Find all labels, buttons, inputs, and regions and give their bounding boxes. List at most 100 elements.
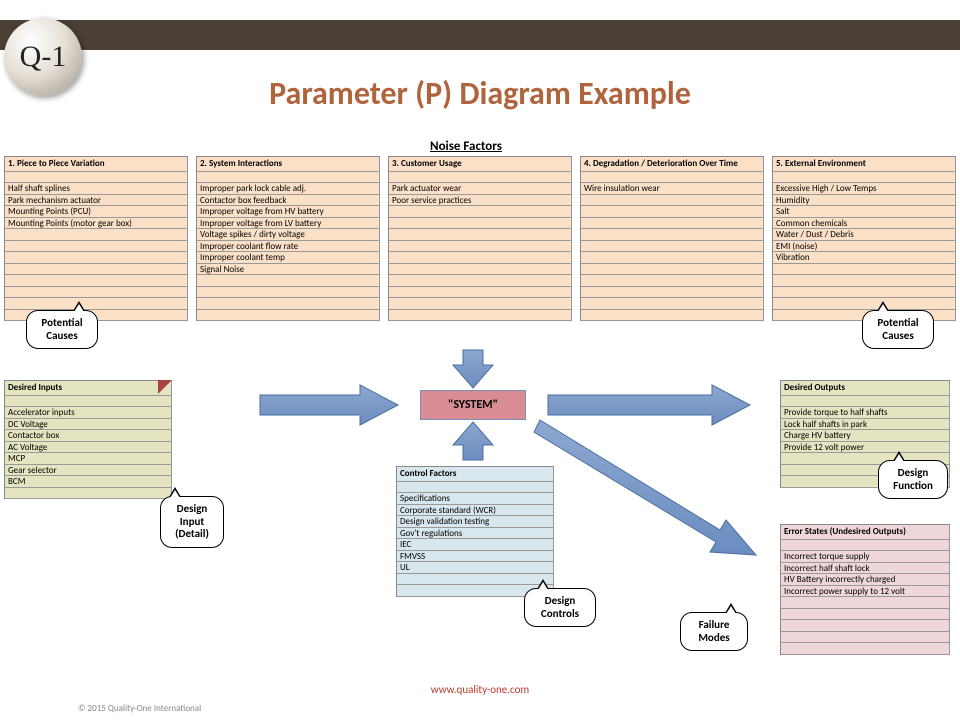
box-row: Vibration — [773, 252, 956, 264]
box-row: Incorrect power supply to 12 volt — [781, 586, 950, 598]
box-row — [5, 488, 172, 500]
box-row: Charge HV battery — [781, 430, 950, 442]
box-row — [397, 482, 554, 494]
box-row: FMVSS — [397, 551, 554, 563]
callout-design-controls: DesignControls — [524, 588, 596, 627]
error-states-box: Error States (Undesired Outputs) Incorrec… — [780, 524, 950, 655]
box-row: Contactor box — [5, 430, 172, 442]
box-row: Provide 12 volt power — [781, 442, 950, 454]
box-row: Mounting Points (motor gear box) — [5, 218, 188, 230]
box-row — [581, 195, 764, 207]
box-row: MCP — [5, 453, 172, 465]
system-label: "SYSTEM" — [448, 398, 498, 412]
box-row: HV Battery incorrectly charged — [781, 574, 950, 586]
callout-design-input: DesignInput(Detail) — [160, 496, 224, 548]
box-row — [389, 310, 572, 322]
box-row — [389, 252, 572, 264]
box-row: Improper coolant flow rate — [197, 241, 380, 253]
box-row: Specifications — [397, 493, 554, 505]
box-row: Park mechanism actuator — [5, 195, 188, 207]
callout-text: PotentialCauses — [877, 317, 918, 342]
box-row — [389, 218, 572, 230]
box-header: Desired Inputs — [5, 381, 172, 396]
box-row — [197, 275, 380, 287]
box-row: Improper coolant temp — [197, 252, 380, 264]
box-row — [781, 609, 950, 621]
box-row: Wire insulation wear — [581, 183, 764, 195]
box-row: Incorrect half shaft lock — [781, 563, 950, 575]
box-row — [389, 172, 572, 184]
box-row — [773, 298, 956, 310]
box-row — [773, 287, 956, 299]
callout-failure-modes: FailureModes — [680, 612, 748, 651]
box-row — [5, 396, 172, 408]
box-row — [5, 275, 188, 287]
noise-box-5: 5. External EnvironmentExcessive High / … — [772, 156, 956, 321]
box-row: BCM — [5, 476, 172, 488]
box-row — [581, 172, 764, 184]
box-header: Desired Outputs — [781, 381, 950, 396]
box-row — [197, 298, 380, 310]
box-row: Improper voltage from LV battery — [197, 218, 380, 230]
box-row: Gear selector — [5, 465, 172, 477]
noise-factors-label: Noise Factors — [430, 139, 502, 154]
box-row — [581, 252, 764, 264]
box-row: Improper park lock cable adj. — [197, 183, 380, 195]
system-box: "SYSTEM" — [420, 390, 526, 420]
copyright: © 2015 Quality-One International — [78, 703, 201, 714]
callout-text: FailureModes — [698, 619, 729, 644]
box-row — [781, 643, 950, 655]
box-header: 1. Piece to Piece Variation — [5, 157, 188, 172]
box-row — [5, 287, 188, 299]
callout-text: DesignFunction — [893, 467, 933, 492]
box-row — [197, 310, 380, 322]
box-row — [581, 229, 764, 241]
footer-url: www.quality-one.com — [0, 683, 960, 696]
control-factors-box: Control FactorsSpecificationsCorporate s… — [396, 466, 554, 597]
logo-text: Q-1 — [20, 40, 67, 74]
box-row — [397, 574, 554, 586]
box-row — [773, 275, 956, 287]
noise-box-2: 2. System Interactions Improper park lock… — [196, 156, 380, 321]
box-row: EMI (noise) — [773, 241, 956, 253]
noise-box-1: 1. Piece to Piece VariationHalf shaft sp… — [4, 156, 188, 321]
box-row: Incorrect torque supply — [781, 551, 950, 563]
box-row: IEC — [397, 539, 554, 551]
callout-design-function: DesignFunction — [878, 460, 948, 499]
noise-box-3: 3. Customer UsagePark actuator wearPoor … — [388, 156, 572, 321]
box-row — [389, 206, 572, 218]
box-row — [197, 287, 380, 299]
box-row: Park actuator wear — [389, 183, 572, 195]
box-row — [389, 287, 572, 299]
box-row — [773, 264, 956, 276]
box-row: DC Voltage — [5, 419, 172, 431]
box-row — [581, 206, 764, 218]
box-row: Humidity — [773, 195, 956, 207]
box-row — [5, 252, 188, 264]
box-row — [5, 264, 188, 276]
box-row: Common chemicals — [773, 218, 956, 230]
box-header: 3. Customer Usage — [389, 157, 572, 172]
box-row — [581, 298, 764, 310]
box-row — [781, 540, 950, 552]
box-row — [581, 275, 764, 287]
box-row: Gov't regulations — [397, 528, 554, 540]
box-row: Accelerator inputs — [5, 407, 172, 419]
box-row — [5, 229, 188, 241]
box-row — [781, 632, 950, 644]
desired-inputs-box: Desired Inputs Accelerator inputsDC Volta… — [4, 380, 172, 499]
box-row — [389, 298, 572, 310]
box-header: Error States (Undesired Outputs) — [781, 525, 950, 540]
box-header: Control Factors — [397, 467, 554, 482]
callout-potential-causes-left: PotentialCauses — [26, 310, 98, 349]
box-row: Contactor box feedback — [197, 195, 380, 207]
box-header: 4. Degradation / Deterioration Over Time — [581, 157, 764, 172]
box-row: Signal Noise — [197, 264, 380, 276]
box-row: Water / Dust / Debris — [773, 229, 956, 241]
box-row: Lock half shafts in park — [781, 419, 950, 431]
callout-text: DesignControls — [541, 595, 579, 620]
box-row — [581, 310, 764, 322]
box-header: 2. System Interactions — [197, 157, 380, 172]
box-row — [781, 597, 950, 609]
box-header: 5. External Environment — [773, 157, 956, 172]
